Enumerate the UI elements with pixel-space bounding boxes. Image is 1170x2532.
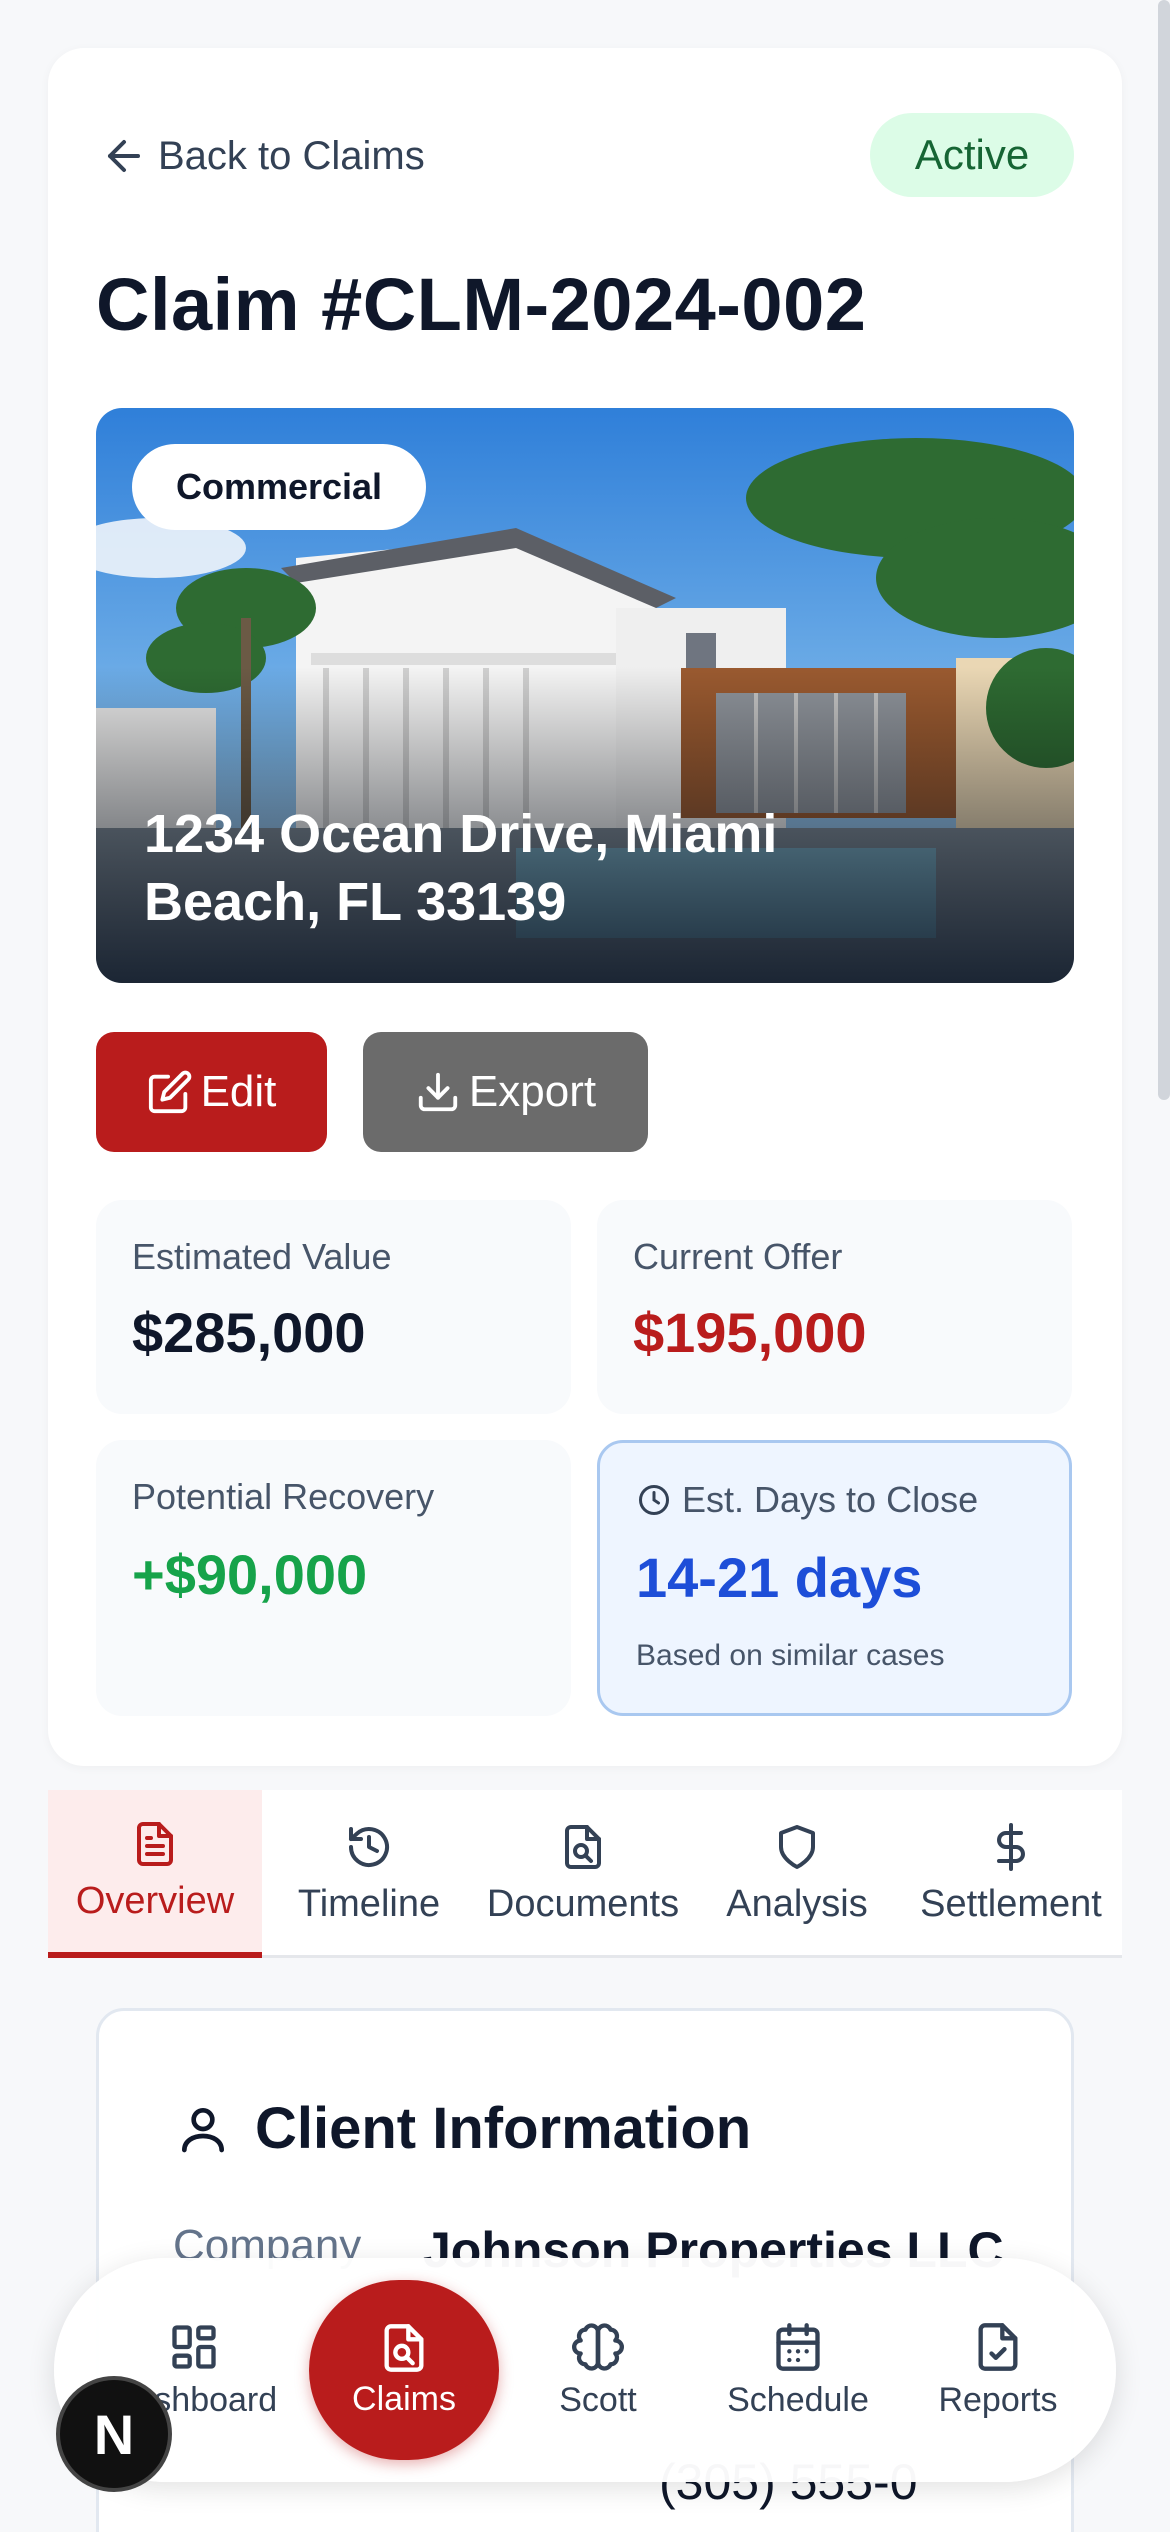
nav-claims[interactable]: Claims	[309, 2280, 499, 2460]
edit-label: Edit	[200, 1067, 277, 1116]
potential-recovery-card: Potential Recovery +$90,000	[96, 1440, 571, 1716]
page-title: Claim #CLM-2024-002	[96, 263, 867, 346]
document-icon	[137, 1821, 173, 1866]
dollar-icon	[997, 1822, 1025, 1871]
nav-schedule[interactable]: Schedule	[698, 2258, 898, 2482]
estimated-value-card: Estimated Value $285,000	[96, 1200, 571, 1414]
tab-settlement[interactable]: Settlement	[904, 1790, 1118, 1958]
nav-reports-label: Reports	[938, 2380, 1058, 2419]
days-to-close-card: Est. Days to Close 14-21 days Based on s…	[597, 1440, 1072, 1716]
file-search-icon	[565, 1824, 601, 1869]
tab-overview[interactable]: Overview	[48, 1790, 262, 1958]
estimated-value: $285,000	[132, 1301, 366, 1364]
file-check-icon	[978, 2322, 1018, 2371]
nav-scott[interactable]: Scott	[498, 2258, 698, 2482]
tab-overview-label: Overview	[75, 1879, 235, 1922]
clock-icon	[639, 1485, 669, 1515]
status-badge: Active	[870, 113, 1074, 197]
export-label: Export	[468, 1067, 597, 1116]
tab-settlement-label: Settlement	[920, 1882, 1102, 1925]
back-to-claims-link[interactable]: Back to Claims	[100, 126, 425, 186]
file-search-icon	[384, 2323, 424, 2372]
claim-tabs: Overview Timeline Documents Analysis Set…	[48, 1790, 1122, 1958]
page-scrollbar[interactable]	[1158, 0, 1170, 1100]
export-button[interactable]: Export	[363, 1032, 648, 1152]
nav-schedule-label: Schedule	[727, 2380, 869, 2419]
edit-icon	[148, 1070, 191, 1114]
brain-icon	[572, 2322, 624, 2371]
arrow-left-icon	[108, 140, 140, 172]
calendar-icon	[776, 2322, 820, 2371]
floating-n-logo-button[interactable]: N	[56, 2376, 172, 2492]
days-to-close-label-row: Est. Days to Close	[636, 1479, 978, 1521]
property-address: 1234 Ocean Drive, Miami Beach, FL 33139	[144, 804, 778, 932]
days-to-close-note: Based on similar cases	[636, 1639, 945, 1672]
history-icon	[349, 1826, 389, 1867]
potential-recovery-label: Potential Recovery	[132, 1476, 435, 1517]
nav-scott-label: Scott	[559, 2380, 637, 2419]
nav-reports[interactable]: Reports	[898, 2258, 1098, 2482]
property-type-badge: Commercial	[132, 444, 426, 530]
edit-button[interactable]: Edit	[96, 1032, 327, 1152]
potential-recovery-value: +$90,000	[132, 1543, 368, 1606]
tab-documents-label: Documents	[486, 1882, 680, 1925]
current-offer-label: Current Offer	[633, 1236, 843, 1277]
property-image: Commercial 1234 Ocean Drive, Miami Beach…	[96, 408, 1074, 983]
tab-analysis-label: Analysis	[726, 1882, 868, 1925]
download-icon	[418, 1072, 458, 1112]
tab-analysis[interactable]: Analysis	[690, 1790, 904, 1958]
tab-timeline[interactable]: Timeline	[262, 1790, 476, 1958]
estimated-value-label: Estimated Value	[132, 1236, 392, 1277]
back-label: Back to Claims	[158, 133, 425, 178]
shield-icon	[779, 1824, 815, 1869]
user-icon	[182, 2107, 225, 2152]
current-offer-value: $195,000	[633, 1301, 867, 1364]
client-info-heading: Client Information	[255, 2096, 752, 2161]
current-offer-card: Current Offer $195,000	[597, 1200, 1072, 1414]
client-info-heading-row: Client Information	[175, 2095, 751, 2162]
bottom-navigation: Dashboard Claims Scott Schedule Reports	[54, 2258, 1116, 2482]
grid-icon	[172, 2324, 216, 2369]
tab-timeline-label: Timeline	[297, 1882, 441, 1925]
days-to-close-value: 14-21 days	[636, 1546, 923, 1609]
tab-documents[interactable]: Documents	[476, 1790, 690, 1958]
nav-claims-label: Claims	[352, 2379, 456, 2418]
days-to-close-label: Est. Days to Close	[682, 1479, 979, 1520]
